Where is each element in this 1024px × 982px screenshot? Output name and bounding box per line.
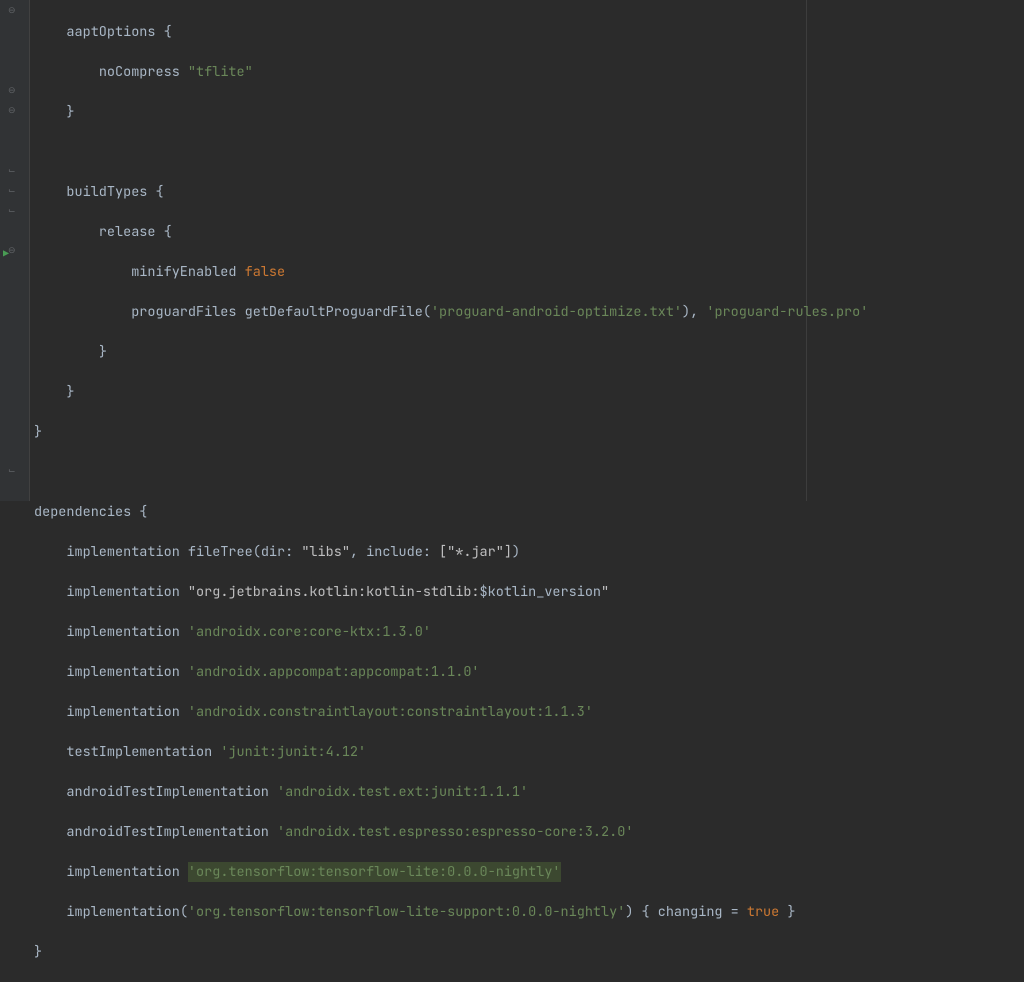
code-line: implementation 'androidx.constraintlayou… — [34, 702, 1024, 722]
keyword-false: false — [245, 263, 286, 281]
code-editor-content[interactable]: aaptOptions { noCompress "tflite" } buil… — [30, 2, 1024, 982]
string-literal: 'androidx.test.espresso:espresso-core:3.… — [277, 823, 633, 841]
identifier: release — [99, 223, 156, 241]
code-line: implementation fileTree(dir: "libs", inc… — [34, 542, 1024, 562]
string-literal: 'androidx.appcompat:appcompat:1.1.0' — [188, 663, 480, 681]
code-line: implementation 'androidx.core:core-ktx:1… — [34, 622, 1024, 642]
string-literal: "libs" — [293, 543, 350, 561]
identifier: dependencies — [34, 503, 131, 521]
code-line: } — [34, 942, 1024, 962]
code-line: implementation 'org.tensorflow:tensorflo… — [34, 862, 1024, 882]
fold-end-icon[interactable]: ⌙ — [8, 465, 18, 475]
identifier: androidTestImplementation — [66, 783, 269, 801]
identifier: implementation — [66, 583, 179, 601]
string-literal: ["*.jar"] — [431, 543, 512, 561]
code-line: buildTypes { — [34, 182, 1024, 202]
code-line: aaptOptions { — [34, 22, 1024, 42]
string-literal: 'androidx.core:core-ktx:1.3.0' — [188, 623, 431, 641]
fold-toggle-icon[interactable]: ⊖ — [8, 85, 18, 95]
fold-toggle-icon[interactable]: ⊖ — [8, 245, 18, 255]
code-line — [34, 462, 1024, 482]
string-literal: 'androidx.test.ext:junit:1.1.1' — [277, 783, 528, 801]
code-line: proguardFiles getDefaultProguardFile('pr… — [34, 302, 1024, 322]
identifier: proguardFiles — [131, 303, 236, 321]
identifier: implementation — [66, 543, 179, 561]
fold-toggle-icon[interactable]: ⊖ — [8, 105, 18, 115]
string-literal: 'org.tensorflow:tensorflow-lite-support:… — [188, 903, 625, 921]
code-line: implementation "org.jetbrains.kotlin:kot… — [34, 582, 1024, 602]
identifier: androidTestImplementation — [66, 823, 269, 841]
code-line: noCompress "tflite" — [34, 62, 1024, 82]
code-line: testImplementation 'junit:junit:4.12' — [34, 742, 1024, 762]
string-literal: 'androidx.constraintlayout:constraintlay… — [188, 703, 593, 721]
string-literal: 'junit:junit:4.12' — [220, 743, 366, 761]
fold-end-icon[interactable]: ⌙ — [8, 165, 18, 175]
identifier: testImplementation — [66, 743, 212, 761]
identifier: implementation — [66, 863, 179, 881]
code-line: } — [34, 382, 1024, 402]
identifier: aaptOptions — [66, 23, 155, 41]
identifier: minifyEnabled — [131, 263, 236, 281]
identifier: implementation — [66, 663, 179, 681]
fold-toggle-icon[interactable]: ⊖ — [8, 5, 18, 15]
string-literal-highlighted: 'org.tensorflow:tensorflow-lite:0.0.0-ni… — [188, 862, 561, 882]
code-line: } — [34, 422, 1024, 442]
code-line: dependencies { — [34, 502, 1024, 522]
identifier: implementation — [66, 703, 179, 721]
code-line: } — [34, 342, 1024, 362]
string-literal: "org.jetbrains.kotlin:kotlin-stdlib: — [188, 583, 480, 601]
code-line: minifyEnabled false — [34, 262, 1024, 282]
string-literal: "tflite" — [188, 63, 253, 81]
identifier: implementation — [66, 903, 179, 921]
string-literal: 'proguard-rules.pro' — [706, 303, 868, 321]
fold-end-icon[interactable]: ⌙ — [8, 185, 18, 195]
code-line: androidTestImplementation 'androidx.test… — [34, 822, 1024, 842]
code-line: release { — [34, 222, 1024, 242]
code-line — [34, 142, 1024, 162]
editor-gutter: ⊖ ⊖ ⊖ ⌙ ⌙ ⌙ ▶ ⊖ ⌙ — [0, 0, 30, 501]
keyword-true: true — [747, 903, 779, 921]
code-line: androidTestImplementation 'androidx.test… — [34, 782, 1024, 802]
identifier: implementation — [66, 623, 179, 641]
string-literal: 'proguard-android-optimize.txt' — [431, 303, 682, 321]
identifier: buildTypes — [66, 183, 147, 201]
code-line: } — [34, 102, 1024, 122]
code-line: implementation('org.tensorflow:tensorflo… — [34, 902, 1024, 922]
fold-end-icon[interactable]: ⌙ — [8, 205, 18, 215]
identifier: noCompress — [99, 63, 180, 81]
code-line: implementation 'androidx.appcompat:appco… — [34, 662, 1024, 682]
